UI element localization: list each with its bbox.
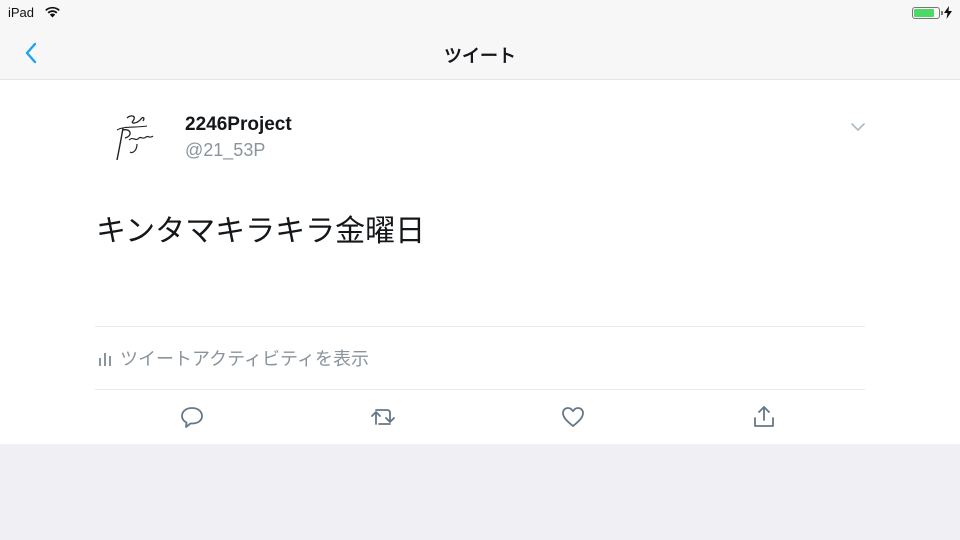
status-bar: iPad — [0, 0, 960, 26]
tweet-activity-label: ツイートアクティビティを表示 — [120, 349, 369, 370]
battery-tip — [941, 11, 943, 15]
share-button[interactable] — [749, 403, 779, 431]
tweet-menu-button[interactable] — [848, 119, 868, 135]
tweet-detail: 2246Project @21_53P キンタマキラキラ金曜日 ツイートアクティ… — [0, 81, 960, 444]
charging-bolt-icon — [944, 6, 952, 19]
retweet-icon — [371, 409, 395, 425]
like-button[interactable] — [558, 403, 588, 431]
wifi-icon — [45, 6, 60, 18]
page-title: ツイート — [444, 46, 516, 67]
divider — [95, 389, 865, 390]
reply-button[interactable] — [177, 403, 207, 431]
reply-icon — [181, 407, 203, 428]
bar-chart-icon — [99, 353, 111, 366]
display-name[interactable]: 2246Project — [185, 114, 292, 136]
navigation-bar: ツイート — [0, 26, 960, 80]
tweet-activity-link[interactable]: ツイートアクティビティを表示 — [98, 346, 369, 370]
avatar[interactable] — [103, 106, 165, 168]
retweet-button[interactable] — [368, 403, 398, 431]
avatar-signature-logo — [103, 106, 165, 168]
battery-level — [914, 9, 935, 17]
battery-icon — [912, 7, 943, 19]
device-name: iPad — [8, 5, 35, 20]
heart-icon — [562, 407, 584, 427]
user-handle[interactable]: @21_53P — [185, 140, 265, 161]
tweet-text: キンタマキラキラ金曜日 — [96, 214, 426, 249]
divider — [95, 326, 865, 327]
share-icon — [754, 406, 774, 427]
chevron-down-icon — [851, 123, 865, 131]
empty-background-area — [0, 444, 960, 540]
